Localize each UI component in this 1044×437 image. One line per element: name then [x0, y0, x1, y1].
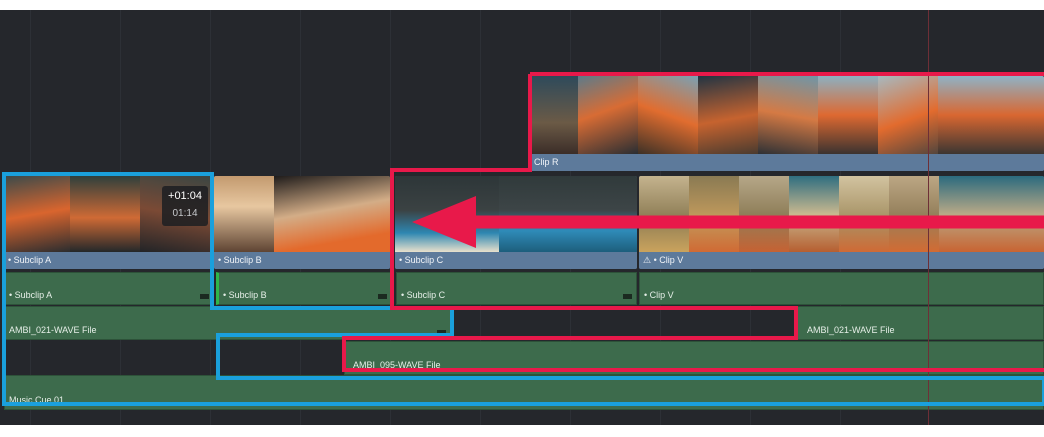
ambi-021-audio-second[interactable]: AMBI_021-WAVE File: [796, 306, 1044, 340]
clip-v-audio[interactable]: • Clip V: [639, 272, 1044, 305]
clip-v-thumbnails: [639, 176, 1044, 252]
subclip-a-audio[interactable]: • Subclip A: [4, 272, 214, 305]
clip-v-video[interactable]: ⚠ • Clip V: [639, 176, 1044, 269]
subclip-c-audio[interactable]: • Subclip C: [396, 272, 637, 305]
audio-clip-marker: [437, 330, 446, 335]
clip-r-label: Clip R: [530, 154, 1044, 171]
subclip-c-audio-label: • Subclip C: [401, 290, 446, 300]
ambi-095-label: AMBI_095-WAVE File: [353, 360, 441, 370]
subclip-a-video-label: • Subclip A: [4, 252, 212, 269]
clip-v-audio-label: • Clip V: [644, 290, 674, 300]
ambi-095-audio[interactable]: AMBI_095-WAVE File: [344, 341, 1044, 375]
subclip-b-audio-label: • Subclip B: [223, 290, 267, 300]
timecode-duration: 01:14: [172, 208, 198, 219]
music-cue-label: Music Cue 01: [9, 395, 65, 405]
subclip-b-thumbnails: [214, 176, 390, 252]
audio-clip-marker: [378, 294, 387, 299]
subclip-b-video[interactable]: • Subclip B: [214, 176, 390, 269]
ambi-021-audio-first[interactable]: AMBI_021-WAVE File: [4, 306, 452, 340]
clip-r-thumbnails: [530, 76, 1044, 154]
subclip-b-audio[interactable]: • Subclip B: [216, 272, 392, 305]
clip-r[interactable]: Clip R: [530, 76, 1044, 171]
subclip-c-thumbnails: [395, 176, 637, 252]
music-cue-audio[interactable]: Music Cue 01: [4, 375, 1044, 410]
audio-clip-marker: [200, 294, 209, 299]
warning-icon: ⚠: [643, 255, 652, 265]
subclip-c-video-label: • Subclip C: [395, 252, 637, 269]
ambi-021-label-second: AMBI_021-WAVE File: [807, 325, 895, 335]
subclip-c-video[interactable]: • Subclip C: [395, 176, 637, 269]
playhead[interactable]: [928, 10, 929, 425]
timecode-tooltip: +01:04 01:14: [162, 186, 208, 226]
ambi-021-label-first: AMBI_021-WAVE File: [9, 325, 97, 335]
subclip-a-audio-label: • Subclip A: [9, 290, 53, 300]
clip-v-video-label: ⚠ • Clip V: [639, 252, 1044, 269]
timeline[interactable]: Clip R • Subclip A +01:04 01:14 • Subcli…: [0, 10, 1044, 425]
timecode-offset: +01:04: [168, 190, 202, 202]
subclip-b-video-label: • Subclip B: [214, 252, 390, 269]
audio-clip-marker: [623, 294, 632, 299]
clip-v-name: • Clip V: [653, 255, 684, 265]
